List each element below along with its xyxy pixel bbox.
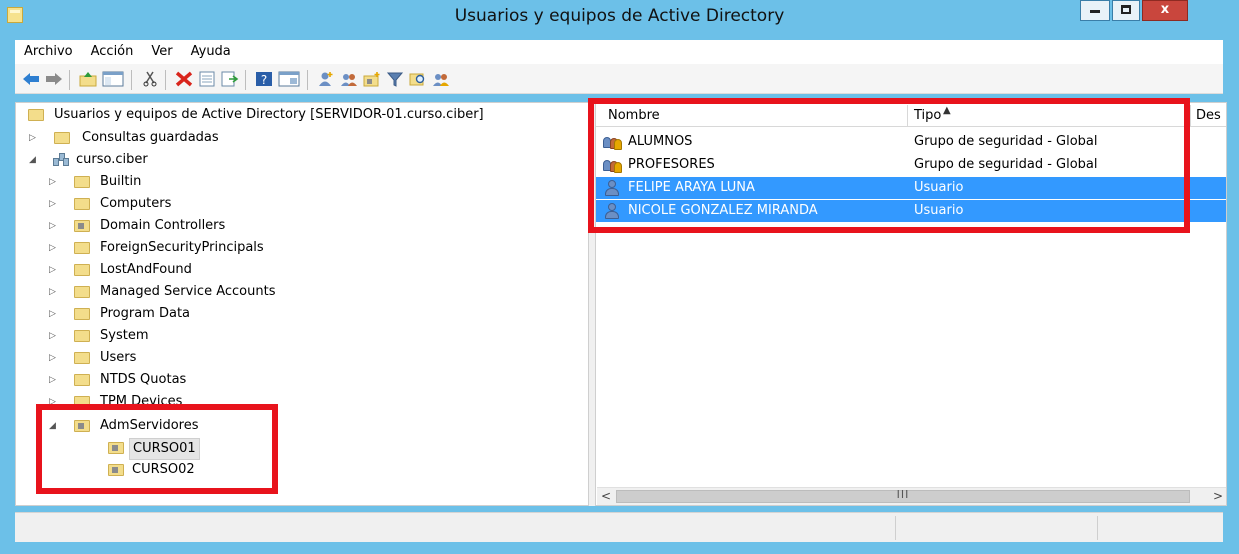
tree-item-label: ForeignSecurityPrincipals	[100, 240, 264, 255]
scroll-right-button[interactable]: >	[1209, 488, 1226, 505]
scroll-thumb[interactable]: III	[616, 488, 1190, 503]
tree-item-label: Builtin	[100, 174, 142, 189]
status-divider	[895, 516, 896, 540]
delete-icon[interactable]	[175, 71, 193, 87]
expand-icon[interactable]: ▷	[49, 216, 59, 236]
minimize-button[interactable]	[1080, 0, 1110, 21]
folder-icon	[54, 132, 70, 144]
help-icon[interactable]: ?	[255, 71, 273, 87]
add-to-group-icon[interactable]	[432, 71, 450, 87]
horizontal-scrollbar[interactable]: < III >	[597, 487, 1226, 505]
expand-icon[interactable]: ▷	[49, 282, 59, 302]
expand-icon[interactable]: ▷	[49, 304, 59, 324]
app-window: Usuarios y equipos de Active Directory x…	[0, 0, 1239, 554]
export-list-icon[interactable]	[221, 71, 239, 87]
folder-icon	[74, 330, 90, 342]
toolbar-separator	[165, 70, 166, 90]
window-title: Usuarios y equipos de Active Directory	[454, 6, 785, 26]
new-ou-icon[interactable]	[363, 71, 381, 87]
collapse-icon[interactable]: ◢	[29, 150, 39, 170]
folder-icon	[74, 374, 90, 386]
new-group-icon[interactable]	[340, 71, 358, 87]
menu-bar: Archivo Acción Ver Ayuda	[15, 40, 1223, 64]
maximize-button[interactable]	[1112, 0, 1140, 21]
menu-ver[interactable]: Ver	[142, 40, 181, 59]
tree-item-label: System	[100, 328, 149, 343]
tree-item-label: Computers	[100, 196, 172, 211]
tree-item-label: curso.ciber	[76, 152, 148, 167]
properties-icon[interactable]	[198, 71, 216, 87]
title-bar[interactable]: Usuarios y equipos de Active Directory x	[0, 0, 1239, 34]
back-icon[interactable]	[22, 71, 40, 87]
menu-accion[interactable]: Acción	[82, 40, 143, 59]
expand-icon[interactable]: ▷	[49, 326, 59, 346]
expand-icon[interactable]: ▷	[49, 370, 59, 390]
expand-icon[interactable]: ▷	[49, 238, 59, 258]
cut-icon[interactable]	[141, 71, 159, 87]
expand-icon[interactable]: ▷	[49, 172, 59, 192]
tree-item-label: Domain Controllers	[100, 218, 226, 233]
forward-icon[interactable]	[45, 71, 63, 87]
folder-icon	[74, 352, 90, 364]
annotation-box-ou	[36, 404, 278, 494]
scroll-left-button[interactable]: <	[597, 488, 615, 505]
tree-item-label: NTDS Quotas	[100, 372, 187, 387]
scroll-grip: III	[896, 488, 910, 501]
console-root-icon	[28, 109, 44, 121]
tree-item-label: Program Data	[100, 306, 191, 321]
annotation-box-list	[588, 98, 1190, 233]
up-folder-icon[interactable]	[79, 71, 97, 87]
folder-icon	[74, 242, 90, 254]
status-bar	[15, 512, 1223, 542]
expand-icon[interactable]: ▷	[29, 128, 39, 148]
domain-icon	[53, 153, 70, 168]
tree-item-label: Consultas guardadas	[82, 130, 219, 145]
status-divider	[1097, 516, 1098, 540]
tree-item-label: Managed Service Accounts	[100, 284, 276, 299]
maximize-icon	[1121, 5, 1131, 14]
show-tree-icon[interactable]	[102, 71, 124, 87]
console-icon[interactable]	[278, 71, 300, 87]
folder-icon	[74, 198, 90, 210]
new-user-icon[interactable]	[317, 71, 335, 87]
menu-ayuda[interactable]: Ayuda	[182, 40, 240, 59]
svg-text:?: ?	[261, 73, 267, 87]
menu-archivo[interactable]: Archivo	[15, 40, 82, 59]
tree-item-label: LostAndFound	[100, 262, 192, 277]
minimize-icon	[1090, 10, 1100, 13]
toolbar: ?	[15, 64, 1223, 94]
folder-icon	[74, 264, 90, 276]
expand-icon[interactable]: ▷	[49, 260, 59, 280]
toolbar-separator	[307, 70, 308, 90]
filter-icon[interactable]	[386, 71, 404, 87]
toolbar-separator	[69, 70, 70, 90]
column-divider[interactable]	[1190, 105, 1191, 127]
close-button[interactable]: x	[1142, 0, 1188, 21]
folder-icon	[74, 176, 90, 188]
tree-item-label: Users	[100, 350, 137, 365]
folder-icon	[74, 308, 90, 320]
toolbar-separator	[131, 70, 132, 90]
folder-icon	[74, 286, 90, 298]
toolbar-separator	[245, 70, 246, 90]
column-header-descripcion[interactable]: Des	[1196, 108, 1221, 123]
ou-folder-icon	[74, 220, 90, 232]
tree-root-label: Usuarios y equipos de Active Directory […	[54, 107, 484, 122]
expand-icon[interactable]: ▷	[49, 194, 59, 214]
expand-icon[interactable]: ▷	[49, 348, 59, 368]
find-icon[interactable]	[409, 71, 427, 87]
